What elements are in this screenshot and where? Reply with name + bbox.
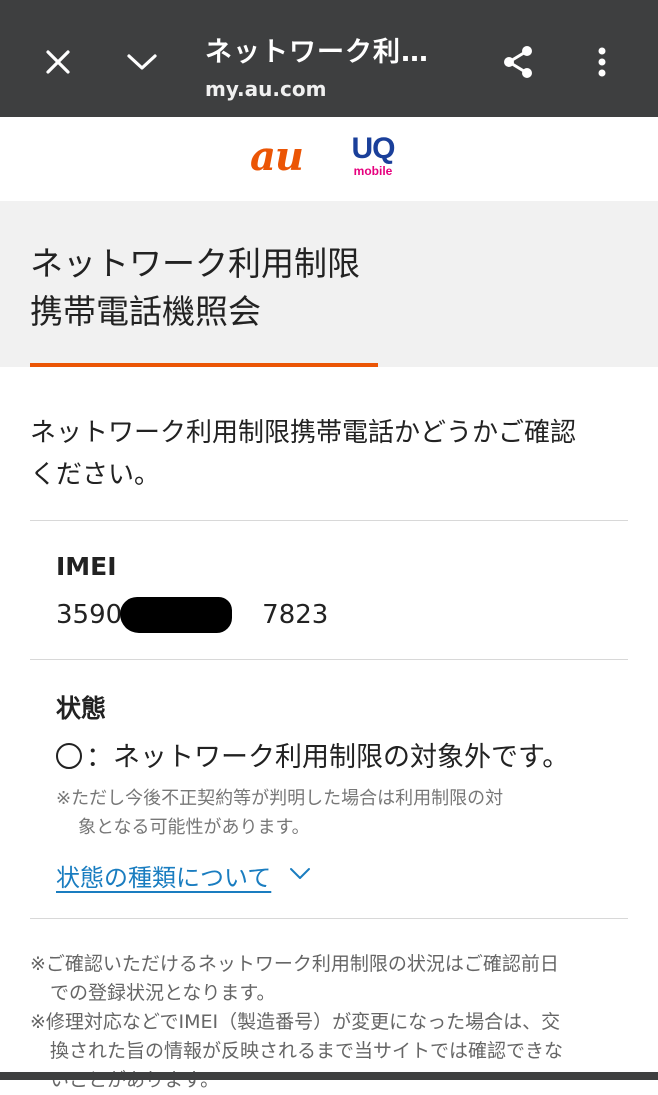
page-heading-line1: ネットワーク利用制限	[30, 244, 360, 283]
footer-line2: での登録状況となります。	[50, 982, 276, 1004]
page-url[interactable]: my.au.com	[205, 77, 326, 101]
divider	[30, 918, 628, 919]
heading-accent-line	[30, 363, 378, 367]
browser-toolbar: ネットワーク利… my.au.com	[0, 0, 658, 117]
status-text: ：ネットワーク利用制限の対象外です。	[86, 742, 570, 773]
logo-bar: au UQ mobile	[0, 117, 658, 201]
imei-label: IMEI	[56, 552, 117, 581]
intro-line1: ネットワーク利用制限携帯電話かどうかご確認	[30, 418, 577, 448]
footer-line3: ※修理対応などでIMEI（製造番号）が変更になった場合は、交	[30, 1011, 561, 1033]
intro-text: ネットワーク利用制限携帯電話かどうかご確認 ください。	[30, 412, 630, 496]
status-label: 状態	[56, 694, 107, 723]
status-note-line1: ※ただし今後不正契約等が判明した場合は利用制限の対	[56, 788, 504, 809]
more-vert-icon[interactable]	[578, 38, 626, 86]
uq-logo-letters: UQ	[351, 132, 396, 165]
status-result: ：ネットワーク利用制限の対象外です。	[56, 735, 569, 774]
au-logo[interactable]: au	[250, 135, 304, 179]
status-note: ※ただし今後不正契約等が判明した場合は利用制限の対 象となる可能性があります。	[56, 784, 596, 842]
imei-value-start: 3590	[56, 600, 123, 630]
redaction-mark	[120, 597, 232, 633]
imei-value-end: 7823	[262, 600, 329, 630]
page-heading-line2: 携帯電話機照会	[30, 292, 261, 331]
footer-line1: ※ご確認いただけるネットワーク利用制限の状況はご確認前日	[30, 953, 559, 975]
status-note-line2: 象となる可能性があります。	[78, 817, 310, 838]
uq-mobile-logo[interactable]: UQ mobile	[345, 133, 401, 183]
footer-line4: 換された旨の情報が反映されるまで当サイトでは確認できな	[50, 1040, 564, 1062]
footer-line5: いことがあります。	[50, 1069, 220, 1091]
divider	[30, 520, 628, 521]
intro-line2: ください。	[30, 460, 161, 490]
status-types-link[interactable]: 状態の種類について	[56, 858, 271, 893]
bottom-strip	[0, 1072, 658, 1080]
share-icon[interactable]	[494, 38, 542, 86]
circle-ok-icon	[56, 743, 82, 769]
close-icon[interactable]	[34, 38, 82, 86]
chevron-down-icon[interactable]	[288, 864, 312, 884]
uq-logo-subtitle: mobile	[353, 164, 393, 178]
divider	[30, 659, 628, 660]
chevron-down-icon[interactable]	[118, 38, 166, 86]
page-title: ネットワーク利…	[205, 37, 429, 68]
page-heading: ネットワーク利用制限 携帯電話機照会	[30, 240, 360, 336]
